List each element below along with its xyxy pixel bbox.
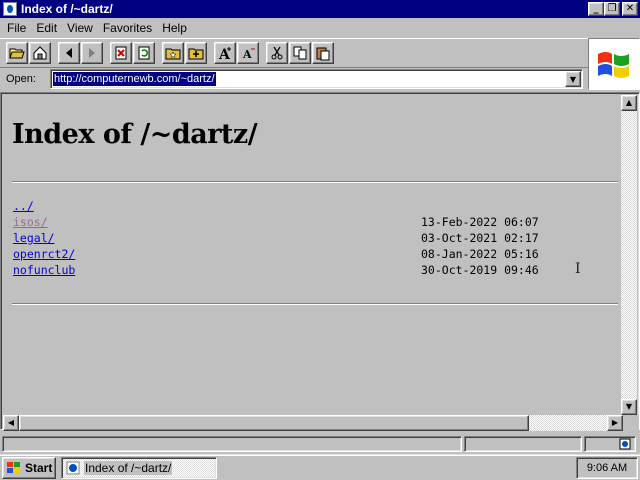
font-smaller-icon: A [242, 48, 255, 61]
menu-file[interactable]: File [2, 21, 31, 35]
clock[interactable]: 9:06 AM [587, 462, 627, 474]
refresh-button[interactable] [133, 42, 155, 64]
list-item: ../ [13, 199, 573, 215]
menu-view[interactable]: View [62, 21, 98, 35]
horizontal-scrollbar[interactable]: ◀ ▶ [3, 415, 623, 431]
scrollbar-corner [623, 415, 639, 431]
refresh-icon [138, 46, 150, 60]
top-divider [12, 181, 618, 183]
list-item: openrct2/ 08-Jan-2022 05:16 [13, 247, 573, 263]
menu-bar: File Edit View Favorites Help [0, 18, 640, 38]
cut-icon [271, 46, 283, 60]
entry-date: 13-Feb-2022 06:07 [421, 215, 539, 229]
bottom-divider [12, 303, 618, 305]
address-dropdown-button[interactable]: ▼ [565, 71, 581, 87]
forward-button[interactable] [81, 42, 103, 64]
list-item: legal/ 03-Oct-2021 02:17 [13, 231, 573, 247]
font-smaller-button[interactable]: A [237, 42, 259, 64]
stop-button[interactable] [110, 42, 132, 64]
maximize-button[interactable]: ❐ [604, 2, 620, 16]
menu-favorites[interactable]: Favorites [98, 21, 157, 35]
arrow-right-icon: ▶ [611, 418, 619, 427]
address-input[interactable]: http://computernewb.com/~dartz/ ▼ [50, 69, 583, 89]
status-text-pane [2, 436, 462, 452]
entry-parent-link[interactable]: ../ [13, 199, 34, 213]
favorites-icon [165, 48, 181, 60]
status-zone-pane [584, 436, 636, 452]
back-icon [66, 48, 72, 58]
paste-icon [316, 47, 330, 61]
scroll-right-button[interactable]: ▶ [607, 415, 623, 431]
svg-text:A: A [242, 48, 252, 61]
windows-flag-icon [598, 52, 629, 78]
window-title: Index of /~dartz/ [21, 2, 113, 16]
home-button[interactable] [29, 42, 51, 64]
address-value[interactable]: http://computernewb.com/~dartz/ [53, 72, 216, 86]
entry-legal-link[interactable]: legal/ [13, 231, 55, 245]
page-heading: Index of /~dartz/ [12, 119, 258, 150]
stop-icon [115, 46, 127, 60]
taskbar-window-label: Index of /~dartz/ [84, 460, 173, 475]
scroll-down-button[interactable]: ▼ [621, 399, 637, 415]
page-content: Index of /~dartz/ ../ isos/ 13-Feb-2022 … [3, 95, 623, 415]
close-button[interactable]: ✕ [622, 2, 638, 16]
minimize-button[interactable]: _ [588, 2, 604, 16]
start-button[interactable]: Start [2, 456, 56, 479]
font-larger-button[interactable]: A [214, 42, 236, 64]
horizontal-scroll-thumb[interactable] [19, 415, 529, 431]
open-icon [9, 48, 25, 59]
directory-listing: ../ isos/ 13-Feb-2022 06:07 legal/ 03-Oc… [13, 199, 573, 279]
list-item: isos/ 13-Feb-2022 06:07 [13, 215, 573, 231]
add-favorite-icon [188, 48, 204, 60]
title-bar[interactable]: Index of /~dartz/ _ ❐ ✕ [0, 0, 640, 18]
entry-date: 03-Oct-2021 02:17 [421, 231, 539, 245]
ie-page-icon [66, 461, 80, 474]
taskbar-window-button[interactable]: Index of /~dartz/ [61, 456, 217, 479]
entry-date: 30-Oct-2019 09:46 [421, 263, 539, 277]
windows-logo [588, 38, 640, 90]
back-button[interactable] [58, 42, 80, 64]
content-viewport: Index of /~dartz/ ../ isos/ 13-Feb-2022 … [0, 92, 640, 431]
arrow-up-icon: ▲ [625, 98, 633, 107]
page-status-icon [619, 438, 631, 450]
favorites-button[interactable] [162, 42, 184, 64]
status-bar [0, 434, 640, 454]
vertical-scrollbar[interactable]: ▲ ▼ [621, 95, 637, 415]
list-item: nofunclub 30-Oct-2019 09:46 [13, 263, 573, 279]
ie-page-icon[interactable] [3, 2, 17, 16]
chevron-down-icon: ▼ [569, 74, 577, 84]
add-favorite-button[interactable] [185, 42, 207, 64]
toolbar: A A [0, 38, 588, 68]
taskbar: Start Index of /~dartz/ 9:06 AM [0, 454, 640, 480]
entry-date: 08-Jan-2022 05:16 [421, 247, 539, 261]
forward-icon [89, 48, 95, 58]
copy-icon [293, 46, 307, 60]
menu-help[interactable]: Help [157, 21, 192, 35]
scroll-up-button[interactable]: ▲ [621, 95, 637, 111]
paste-button[interactable] [312, 42, 334, 64]
entry-openrct2-link[interactable]: openrct2/ [13, 247, 75, 261]
system-tray: 9:06 AM [576, 457, 638, 479]
status-progress-pane [464, 436, 582, 452]
windows-start-icon [7, 461, 20, 473]
open-button[interactable] [6, 42, 28, 64]
address-bar: Open: http://computernewb.com/~dartz/ ▼ [0, 68, 588, 90]
copy-button[interactable] [289, 42, 311, 64]
menu-edit[interactable]: Edit [31, 21, 62, 35]
start-label: Start [25, 460, 53, 475]
address-label: Open: [6, 73, 36, 85]
font-larger-icon: A [218, 47, 231, 61]
scroll-left-button[interactable]: ◀ [3, 415, 19, 431]
entry-isos-link[interactable]: isos/ [13, 215, 48, 229]
arrow-left-icon: ◀ [7, 418, 15, 427]
home-icon [33, 46, 47, 60]
text-cursor-icon: I [575, 261, 581, 277]
entry-nofunclub-link[interactable]: nofunclub [13, 263, 75, 277]
arrow-down-icon: ▼ [625, 402, 633, 411]
cut-button[interactable] [266, 42, 288, 64]
